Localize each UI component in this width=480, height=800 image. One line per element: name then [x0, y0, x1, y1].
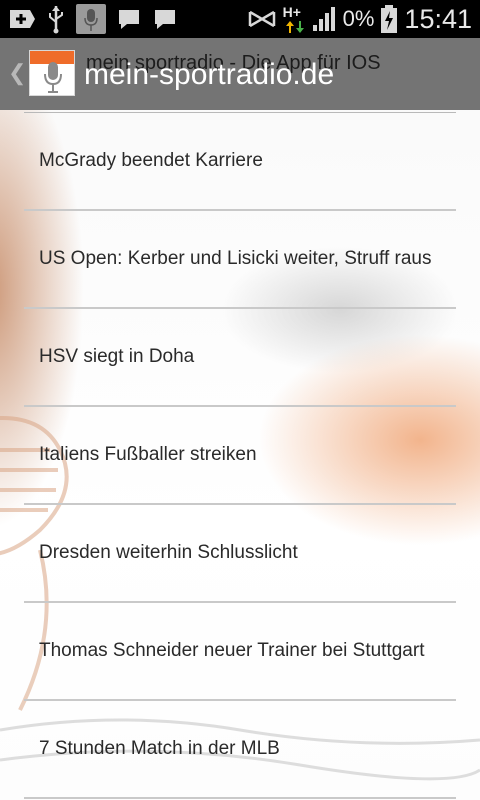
app-notification-icon [76, 4, 106, 34]
news-item-title: 7 Stunden Match in der MLB [39, 738, 280, 759]
news-item-title: Dresden weiterhin Schlusslicht [39, 542, 298, 563]
news-list: McGrady beendet Karriere US Open: Kerber… [0, 110, 480, 800]
news-item-title: HSV siegt in Doha [39, 346, 195, 367]
app-title: mein-sportradio.de [84, 58, 335, 91]
news-item[interactable]: Italiens Fußballer streiken [24, 407, 456, 505]
app-logo[interactable] [29, 50, 75, 96]
news-item-title: US Open: Kerber und Lisicki weiter, Stru… [39, 248, 432, 269]
signal-bars-icon [311, 5, 337, 33]
status-bar: H+ 0% 15:41 [0, 0, 480, 38]
message-icon [152, 6, 178, 32]
news-item[interactable]: McGrady beendet Karriere [24, 113, 456, 211]
news-item-title: McGrady beendet Karriere [39, 150, 263, 171]
news-item-title: Thomas Schneider neuer Trainer bei Stutt… [39, 640, 425, 661]
battery-percent: 0% [342, 6, 375, 31]
news-item[interactable]: Dresden weiterhin Schlusslicht [24, 505, 456, 603]
action-bar: mein sportradio - Die App für IOS ❮ mein… [0, 38, 480, 112]
network-hplus-icon: H+ [283, 4, 305, 34]
news-item[interactable]: HSV siegt in Doha [24, 309, 456, 407]
news-item[interactable]: US Open: Kerber und Lisicki weiter, Stru… [24, 211, 456, 309]
usb-icon [46, 4, 66, 34]
no-signal-icon [247, 6, 277, 32]
plus-icon [6, 6, 36, 32]
message-icon [116, 6, 142, 32]
battery-charging-icon [380, 4, 398, 34]
news-item-title: Italiens Fußballer streiken [39, 444, 257, 465]
news-item[interactable]: Thomas Schneider neuer Trainer bei Stutt… [24, 603, 456, 701]
back-chevron-icon[interactable]: ❮ [8, 60, 26, 86]
clock: 15:41 [404, 3, 472, 34]
news-content: McGrady beendet Karriere US Open: Kerber… [0, 110, 480, 800]
news-item[interactable]: 7 Stunden Match in der MLB [24, 701, 456, 799]
